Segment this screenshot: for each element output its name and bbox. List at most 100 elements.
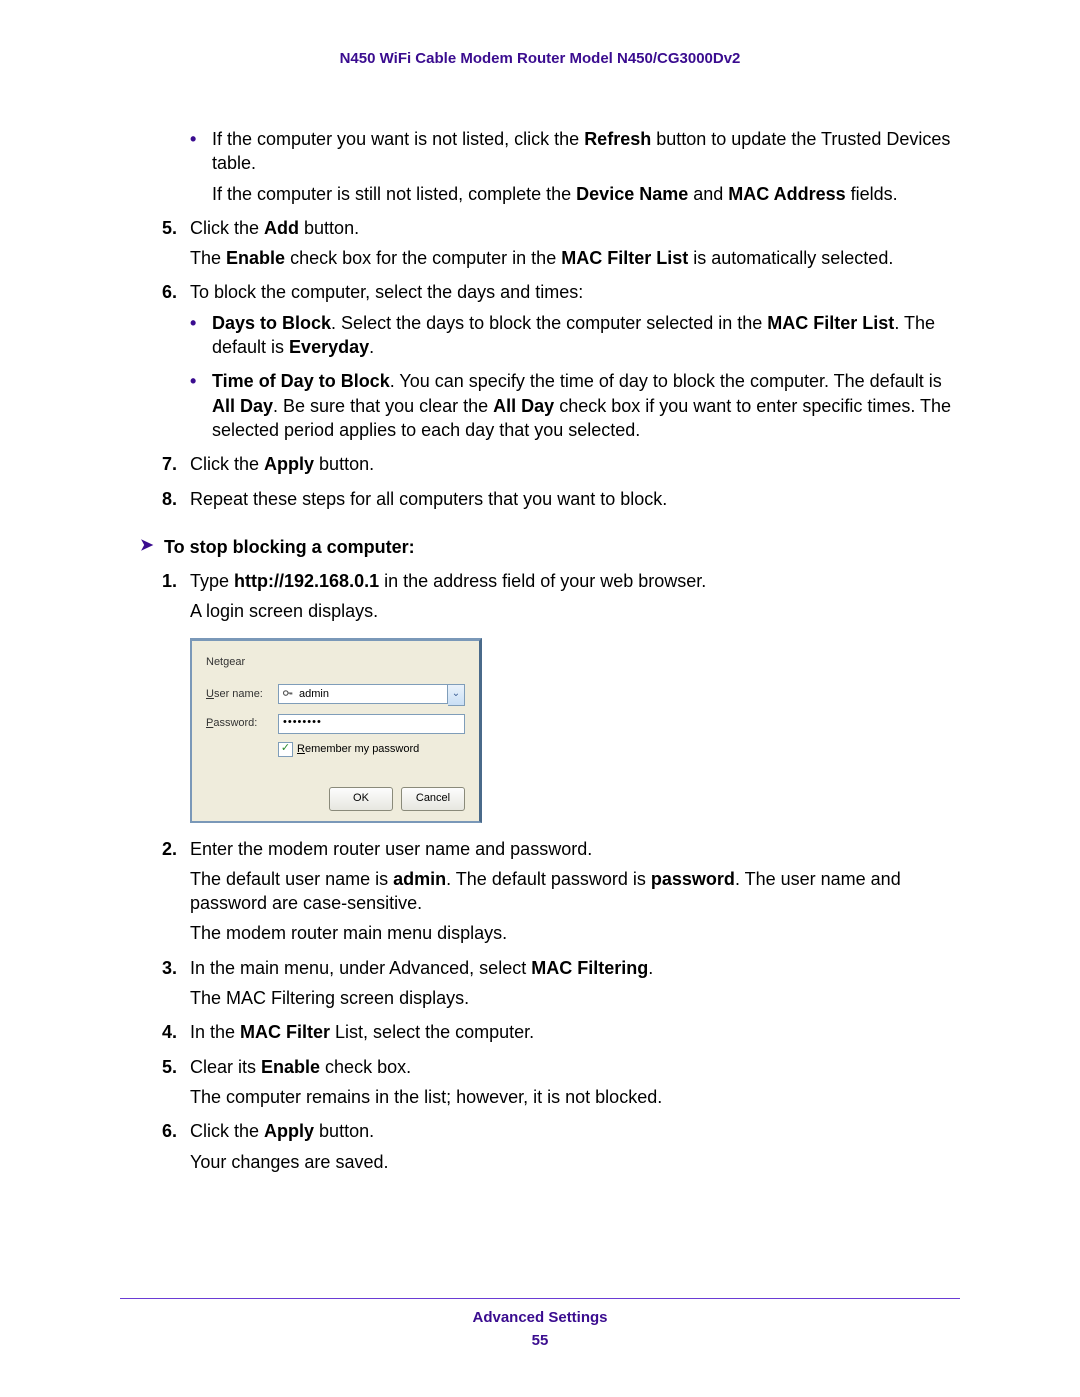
bold: Add [264,218,299,238]
bullet-refresh: • If the computer you want is not listed… [190,127,960,206]
bold: Refresh [584,129,651,149]
bullet-days-to-block: • Days to Block. Select the days to bloc… [190,311,960,360]
bold: All Day [493,396,554,416]
password-input[interactable]: •••••••• [278,714,465,734]
stop-step-3: 3. In the main menu, under Advanced, sel… [162,956,960,1011]
footer-section: Advanced Settings [120,1309,960,1326]
step-number: 6. [162,280,190,304]
text: If the computer you want is not listed, … [212,129,584,149]
step-6-block: 6. To block the computer, select the day… [162,280,960,304]
text: and [688,184,728,204]
bold: http://192.168.0.1 [234,571,379,591]
bold: Everyday [289,337,369,357]
text: In the [190,1022,240,1042]
text: Click the [190,218,264,238]
username-label: User name: [206,687,278,702]
step-number: 2. [162,837,190,946]
bold: MAC Filter List [767,313,894,333]
text: To block the computer, select the days a… [190,280,960,304]
text: The default user name is [190,869,393,889]
text: . Select the days to block the computer … [331,313,767,333]
bold: All Day [212,396,273,416]
bold: Enable [226,248,285,268]
text: Enter the modem router user name and pas… [190,839,592,859]
text: If the computer is still not listed, com… [212,184,576,204]
text: The [190,248,226,268]
text: Repeat these steps for all computers tha… [190,487,960,511]
text: A login screen displays. [190,599,960,623]
text: The modem router main menu displays. [190,921,960,945]
key-icon [282,687,294,699]
ok-button[interactable]: OK [329,787,393,811]
step-8-repeat: 8. Repeat these steps for all computers … [162,487,960,511]
bullet-dot-icon: • [190,369,212,442]
bold: Enable [261,1057,320,1077]
bold: Apply [264,1121,314,1141]
text: List, select the computer. [330,1022,534,1042]
text: is automatically selected. [688,248,893,268]
step-number: 7. [162,452,190,476]
stop-step-2: 2. Enter the modem router user name and … [162,837,960,946]
text: . [369,337,374,357]
cancel-button[interactable]: Cancel [401,787,465,811]
text: The computer remains in the list; howeve… [190,1085,960,1109]
text: . [648,958,653,978]
bold: MAC Address [728,184,845,204]
text: . Be sure that you clear the [273,396,493,416]
bold: MAC Filter [240,1022,330,1042]
text: . You can specify the time of day to blo… [390,371,942,391]
step-5-add: 5. Click the Add button. The Enable chec… [162,216,960,271]
text: check box. [320,1057,411,1077]
bold: Device Name [576,184,688,204]
bold: password [651,869,735,889]
text: fields. [846,184,898,204]
bold: Days to Block [212,313,331,333]
bullet-dot-icon: • [190,311,212,360]
username-dropdown-button[interactable]: ⌄ [448,684,465,706]
login-dialog: Netgear User name: ⌄ Password: •••••••• … [190,638,482,823]
page-footer: Advanced Settings 55 [120,1298,960,1349]
text: . The default password is [446,869,651,889]
text: in the address field of your web browser… [379,571,706,591]
footer-page-number: 55 [120,1332,960,1349]
text: In the main menu, under Advanced, select [190,958,531,978]
bold: Time of Day to Block [212,371,390,391]
footer-rule [120,1298,960,1299]
step-number: 4. [162,1020,190,1044]
document-body: • If the computer you want is not listed… [120,127,960,1174]
bold: Apply [264,454,314,474]
heading-text: To stop blocking a computer: [164,535,415,559]
bold: MAC Filter List [561,248,688,268]
page-header-title: N450 WiFi Cable Modem Router Model N450/… [120,50,960,67]
chevron-right-icon: ➤ [140,535,164,559]
stop-step-4: 4. In the MAC Filter List, select the co… [162,1020,960,1044]
text: button. [299,218,359,238]
bold: admin [393,869,446,889]
step-number: 8. [162,487,190,511]
text: The MAC Filtering screen displays. [190,986,960,1010]
step-number: 6. [162,1119,190,1174]
remember-checkbox[interactable]: ✓ [278,742,293,757]
bullet-time-to-block: • Time of Day to Block. You can specify … [190,369,960,442]
step-7-apply: 7. Click the Apply button. [162,452,960,476]
stop-step-1: 1. Type http://192.168.0.1 in the addres… [162,569,960,624]
password-label: Password: [206,716,278,731]
text: Your changes are saved. [190,1150,960,1174]
username-input[interactable] [278,684,448,704]
step-number: 5. [162,216,190,271]
text: Clear its [190,1057,261,1077]
stop-step-6: 6. Click the Apply button. Your changes … [162,1119,960,1174]
text: Click the [190,454,264,474]
procedure-heading: ➤ To stop blocking a computer: [140,535,960,559]
step-number: 3. [162,956,190,1011]
step-number: 1. [162,569,190,624]
step-number: 5. [162,1055,190,1110]
text: button. [314,1121,374,1141]
login-brand: Netgear [206,655,245,670]
remember-label: Remember my password [297,742,419,757]
text: Type [190,571,234,591]
text: check box for the computer in the [285,248,561,268]
stop-step-5: 5. Clear its Enable check box. The compu… [162,1055,960,1110]
bullet-dot-icon: • [190,127,212,206]
bold: MAC Filtering [531,958,648,978]
